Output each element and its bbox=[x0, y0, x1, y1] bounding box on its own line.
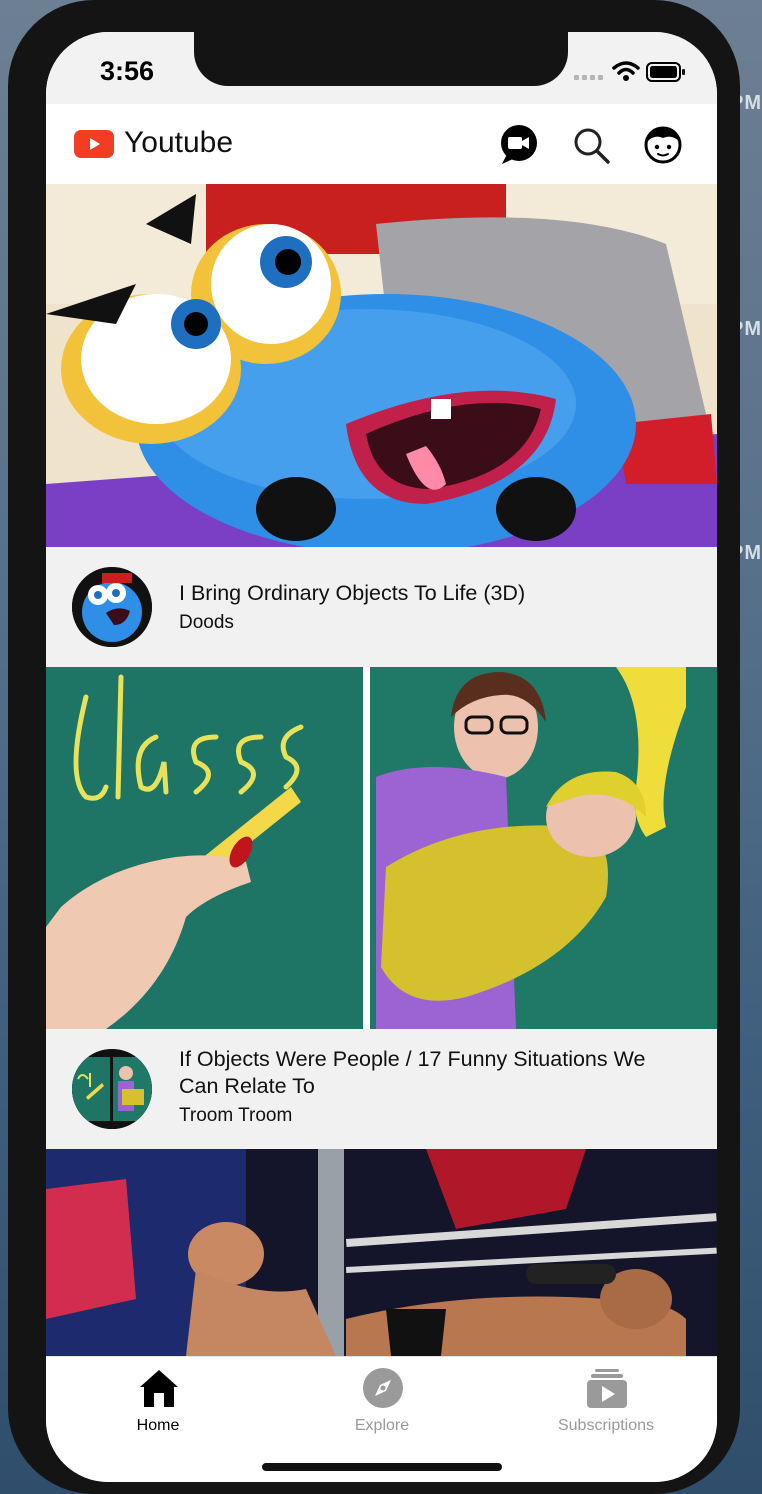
search-icon[interactable] bbox=[570, 124, 612, 166]
thumbnail-image bbox=[46, 184, 717, 547]
video-title[interactable]: If Objects Were People / 17 Funny Situat… bbox=[179, 1046, 679, 1100]
cellular-signal-icon bbox=[574, 72, 608, 80]
account-icon[interactable] bbox=[642, 124, 684, 166]
home-indicator[interactable] bbox=[262, 1463, 502, 1471]
thumbnail-image bbox=[46, 667, 717, 1029]
channel-avatar[interactable] bbox=[72, 567, 152, 647]
tab-label: Subscriptions bbox=[557, 1417, 655, 1434]
battery-icon bbox=[646, 62, 685, 82]
tab-home[interactable]: Home bbox=[46, 1357, 270, 1447]
video-thumbnail[interactable] bbox=[46, 1149, 717, 1356]
channel-avatar[interactable] bbox=[72, 1049, 152, 1129]
video-thumbnail[interactable] bbox=[46, 184, 717, 547]
phone-screen: 3:56 Youtube I Bring Ordinary Objects To… bbox=[46, 32, 717, 1482]
tab-label: Home bbox=[136, 1417, 180, 1434]
subscriptions-icon bbox=[587, 1369, 627, 1408]
compass-icon bbox=[363, 1368, 403, 1408]
app-header: Youtube bbox=[46, 104, 717, 185]
wifi-icon bbox=[612, 61, 640, 81]
thumbnail-image bbox=[46, 1149, 717, 1356]
tab-subscriptions[interactable]: Subscriptions bbox=[494, 1357, 717, 1447]
channel-name[interactable]: Troom Troom bbox=[179, 1105, 292, 1127]
channel-name[interactable]: Doods bbox=[179, 612, 234, 634]
video-thumbnail[interactable] bbox=[46, 667, 717, 1029]
video-info-row[interactable]: If Objects Were People / 17 Funny Situat… bbox=[46, 1029, 717, 1149]
bottom-tab-bar: Home Explore Subscriptions bbox=[46, 1356, 717, 1482]
notch bbox=[194, 32, 568, 86]
tab-label: Explore bbox=[354, 1417, 410, 1434]
status-time: 3:56 bbox=[100, 56, 155, 86]
app-title: Youtube bbox=[124, 126, 234, 159]
video-info-row[interactable]: I Bring Ordinary Objects To Life (3D) Do… bbox=[46, 547, 717, 667]
video-camera-icon[interactable] bbox=[498, 124, 540, 166]
video-feed[interactable]: I Bring Ordinary Objects To Life (3D) Do… bbox=[46, 184, 717, 1356]
tab-explore[interactable]: Explore bbox=[270, 1357, 494, 1447]
status-bar: 3:56 bbox=[46, 32, 717, 104]
home-icon bbox=[140, 1370, 178, 1407]
phone-frame: 3:56 Youtube I Bring Ordinary Objects To… bbox=[8, 0, 740, 1494]
youtube-logo-icon bbox=[74, 130, 114, 158]
video-title[interactable]: I Bring Ordinary Objects To Life (3D) bbox=[179, 580, 679, 607]
